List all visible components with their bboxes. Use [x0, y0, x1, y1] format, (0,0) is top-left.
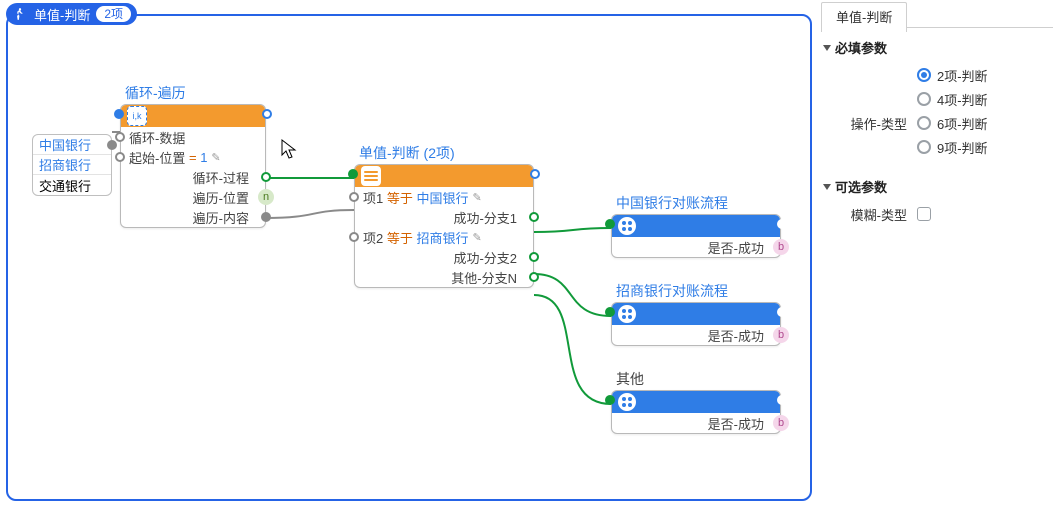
flow-node-1[interactable]: 中国银行对账流程 是否-成功 b — [611, 214, 781, 258]
switch-row-item1: 项1 等于 中国银行 ✎ — [355, 187, 533, 207]
flow-in-port[interactable] — [348, 169, 358, 179]
radio-9[interactable] — [917, 140, 931, 154]
flow-in-port[interactable] — [605, 307, 615, 317]
operation-type-label: 操作-类型 — [821, 114, 917, 133]
flow-row-success: 是否-成功 b — [612, 413, 780, 433]
mouse-cursor-icon — [280, 138, 298, 165]
flow-out-port[interactable] — [777, 395, 787, 405]
input-port[interactable] — [349, 232, 359, 242]
flow-out-port[interactable] — [530, 169, 540, 179]
radio-2[interactable] — [917, 68, 931, 82]
output-port[interactable] — [529, 272, 539, 282]
dots-icon — [618, 393, 636, 411]
loop-row-process: 循环-过程 — [121, 167, 265, 187]
flow-in-port[interactable] — [605, 395, 615, 405]
dots-icon — [618, 217, 636, 235]
input-port[interactable] — [115, 132, 125, 142]
radio-4[interactable] — [917, 92, 931, 106]
list-item: 交通银行 — [33, 175, 111, 195]
node-title: 单值-判断 (2项) — [359, 143, 455, 163]
loop-node[interactable]: 循环-遍历 i,k 循环-数据 起始-位置 = 1 ✎ 循环-过程 遍历-位置 … — [120, 104, 266, 228]
output-port[interactable] — [529, 212, 539, 222]
output-port[interactable] — [261, 212, 271, 222]
b-badge: b — [773, 415, 789, 431]
flow-out-port[interactable] — [777, 307, 787, 317]
fuzzy-checkbox[interactable] — [917, 207, 931, 221]
input-port[interactable] — [115, 152, 125, 162]
loop-row-content: 遍历-内容 — [121, 207, 265, 227]
edit-icon[interactable]: ✎ — [211, 151, 220, 164]
flow-in-port[interactable] — [605, 219, 615, 229]
switch-row-item2: 项2 等于 招商银行 ✎ — [355, 227, 533, 247]
sidebar-tab[interactable]: 单值-判断 — [821, 2, 907, 32]
flow-in-port[interactable] — [114, 109, 124, 119]
list-icon — [361, 166, 381, 186]
section-optional[interactable]: 可选参数 — [823, 177, 1053, 196]
radio-6[interactable] — [917, 116, 931, 130]
node-title: 招商银行对账流程 — [616, 281, 728, 301]
switch-node-header[interactable] — [355, 165, 533, 187]
edit-icon[interactable]: ✎ — [473, 231, 482, 244]
input-port[interactable] — [349, 192, 359, 202]
header-title: 单值-判断 — [34, 5, 90, 24]
ik-icon: i,k — [127, 106, 147, 126]
loop-node-header[interactable]: i,k — [121, 105, 265, 127]
loop-row-start: 起始-位置 = 1 ✎ — [121, 147, 265, 167]
option-row: 9项-判断 — [821, 135, 1053, 159]
header-count-badge: 2项 — [96, 6, 131, 22]
flow-canvas[interactable]: 中国银行 招商银行 交通银行 循环-遍历 i,k 循环-数据 起始-位置 = 1… — [6, 14, 812, 501]
section-required[interactable]: 必填参数 — [823, 38, 1053, 57]
option-row: 模糊-类型 — [821, 202, 1053, 226]
option-row: 操作-类型 6项-判断 — [821, 111, 1053, 135]
output-port[interactable] — [107, 140, 117, 150]
loop-row-data: 循环-数据 — [121, 127, 265, 147]
bank-list-node[interactable]: 中国银行 招商银行 交通银行 — [32, 134, 112, 196]
list-item: 中国银行 — [33, 135, 111, 155]
walk-icon — [12, 6, 28, 22]
edit-icon[interactable]: ✎ — [473, 191, 482, 204]
flow-node-header[interactable] — [612, 391, 780, 413]
flow-node-header[interactable] — [612, 303, 780, 325]
option-row: 2项-判断 — [821, 63, 1053, 87]
chevron-down-icon — [823, 45, 831, 51]
node-title: 其他 — [616, 369, 644, 389]
switch-node[interactable]: 单值-判断 (2项) 项1 等于 中国银行 ✎ 成功-分支1 项2 等于 招商银… — [354, 164, 534, 288]
loop-row-pos: 遍历-位置 n — [121, 187, 265, 207]
output-port[interactable] — [529, 252, 539, 262]
node-title: 中国银行对账流程 — [616, 193, 728, 213]
n-badge: n — [258, 189, 274, 205]
flow-node-3[interactable]: 其他 是否-成功 b — [611, 390, 781, 434]
flow-row-success: 是否-成功 b — [612, 325, 780, 345]
output-port[interactable] — [261, 172, 271, 182]
flow-node-2[interactable]: 招商银行对账流程 是否-成功 b — [611, 302, 781, 346]
flow-out-port[interactable] — [262, 109, 272, 119]
switch-row-other: 其他-分支N — [355, 267, 533, 287]
properties-sidebar: 单值-判断 必填参数 2项-判断 4项-判断 操作-类型 6项-判断 9项-判断… — [821, 2, 1053, 502]
page-header-pill: 单值-判断 2项 — [6, 3, 137, 25]
switch-row-branch1: 成功-分支1 — [355, 207, 533, 227]
switch-row-branch2: 成功-分支2 — [355, 247, 533, 267]
b-badge: b — [773, 327, 789, 343]
chevron-down-icon — [823, 184, 831, 190]
fuzzy-type-label: 模糊-类型 — [821, 205, 917, 224]
b-badge: b — [773, 239, 789, 255]
option-row: 4项-判断 — [821, 87, 1053, 111]
dots-icon — [618, 305, 636, 323]
flow-out-port[interactable] — [777, 219, 787, 229]
flow-node-header[interactable] — [612, 215, 780, 237]
flow-row-success: 是否-成功 b — [612, 237, 780, 257]
node-title: 循环-遍历 — [125, 83, 186, 103]
list-item: 招商银行 — [33, 155, 111, 175]
